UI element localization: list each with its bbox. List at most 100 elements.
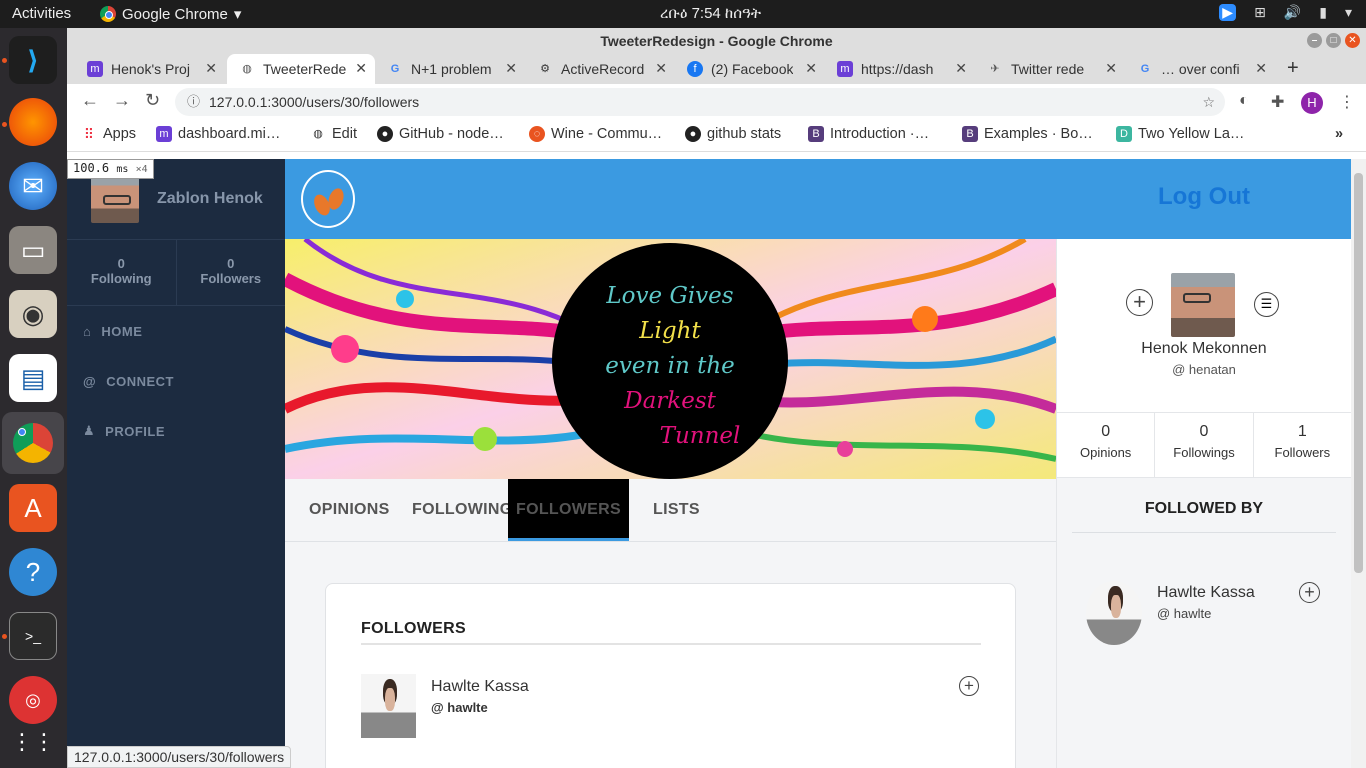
show-apps-icon[interactable]: ⋮⋮ bbox=[9, 718, 57, 766]
bookmark-apps[interactable]: ⠿ Apps bbox=[81, 126, 136, 142]
perf-multiplier: ×4 bbox=[135, 164, 148, 175]
tab-opinions[interactable]: OPINIONS bbox=[309, 479, 390, 541]
sidebar-item-profile[interactable]: ♟ PROFILE bbox=[67, 406, 285, 456]
avatar[interactable] bbox=[1086, 581, 1142, 645]
following-stat[interactable]: 0 Following bbox=[67, 240, 177, 305]
browser-tab[interactable]: m https://dash ✕ bbox=[825, 54, 975, 84]
page-scrollbar[interactable] bbox=[1351, 159, 1366, 768]
close-tab-icon[interactable]: ✕ bbox=[655, 60, 667, 77]
back-button[interactable]: ← bbox=[81, 90, 99, 111]
followers-stat[interactable]: 1 Followers bbox=[1254, 413, 1351, 477]
close-tab-icon[interactable]: ✕ bbox=[505, 60, 517, 77]
tab-title: https://dash bbox=[861, 61, 934, 77]
bookmarks-overflow-icon[interactable]: » bbox=[1335, 126, 1343, 142]
close-tab-icon[interactable]: ✕ bbox=[955, 60, 967, 77]
bookmark-item[interactable]: ● GitHub - node… bbox=[377, 126, 504, 142]
followed-by-name[interactable]: Hawlte Kassa bbox=[1157, 584, 1255, 602]
opinions-label: Opinions bbox=[1080, 445, 1132, 460]
chrome-icon bbox=[100, 6, 116, 22]
follow-plus-icon[interactable]: + bbox=[1299, 582, 1320, 603]
info-icon[interactable]: ⓘ bbox=[187, 88, 200, 116]
tab-lists[interactable]: LISTS bbox=[653, 479, 700, 541]
new-tab-button[interactable]: + bbox=[1287, 57, 1299, 80]
bookmark-item[interactable]: m dashboard.mi… bbox=[156, 126, 280, 142]
close-tab-icon[interactable]: ✕ bbox=[205, 60, 217, 77]
chrome-dock-icon[interactable] bbox=[2, 412, 64, 474]
menu-kebab-icon[interactable]: ⋮ bbox=[1339, 92, 1355, 112]
close-tab-icon[interactable]: ✕ bbox=[355, 60, 367, 77]
thunderbird-icon[interactable]: ✉ bbox=[9, 162, 57, 210]
browser-tab[interactable]: m Henok's Proj ✕ bbox=[75, 54, 225, 84]
libreoffice-writer-icon[interactable]: ▤ bbox=[9, 354, 57, 402]
followers-stat[interactable]: 0 Followers bbox=[177, 240, 286, 305]
perf-unit: ms bbox=[116, 164, 129, 175]
close-tab-icon[interactable]: ✕ bbox=[805, 60, 817, 77]
bookmark-item[interactable]: ◍ Edit bbox=[310, 126, 357, 142]
follow-plus-icon[interactable]: + bbox=[1126, 289, 1153, 316]
bookmark-item[interactable]: ● github stats bbox=[685, 126, 781, 142]
reload-button[interactable]: ↻ bbox=[145, 90, 160, 111]
list-menu-icon[interactable]: ☰ bbox=[1254, 292, 1279, 317]
browser-tab-active[interactable]: ◍ TweeterRede ✕ bbox=[227, 54, 375, 84]
app-logo[interactable] bbox=[301, 170, 355, 228]
browser-tab[interactable]: G … over confi ✕ bbox=[1125, 54, 1275, 84]
bookmark-item[interactable]: ◌ Wine - Commu… bbox=[529, 126, 662, 142]
sidebar-item-connect[interactable]: @ CONNECT bbox=[67, 356, 285, 406]
terminal-icon[interactable]: >_ bbox=[9, 612, 57, 660]
app-menu[interactable]: Google Chrome ▾ bbox=[100, 5, 241, 23]
follow-plus-icon[interactable]: + bbox=[959, 676, 979, 696]
sidebar-item-label: CONNECT bbox=[106, 373, 174, 389]
bookmark-star-icon[interactable]: ☆ bbox=[1202, 88, 1215, 116]
close-window-button[interactable]: ✕ bbox=[1345, 33, 1360, 48]
activities-button[interactable]: Activities bbox=[12, 5, 71, 22]
avatar bbox=[91, 175, 139, 223]
bookmark-item[interactable]: D Two Yellow La… bbox=[1116, 126, 1244, 142]
address-bar[interactable]: ⓘ 127.0.0.1:3000/users/30/followers ☆ bbox=[175, 88, 1225, 116]
bookmark-item[interactable]: B Introduction ·… bbox=[808, 126, 929, 142]
followings-count: 0 bbox=[1199, 423, 1209, 440]
close-tab-icon[interactable]: ✕ bbox=[1255, 60, 1267, 77]
follower-name[interactable]: Hawlte Kassa bbox=[431, 678, 529, 696]
files-icon[interactable]: ▭ bbox=[9, 226, 57, 274]
tab-strip: m Henok's Proj ✕ ◍ TweeterRede ✕ G N+1 p… bbox=[67, 54, 1366, 84]
battery-icon[interactable]: ▮ bbox=[1319, 4, 1327, 21]
opinions-stat[interactable]: 0 Opinions bbox=[1057, 413, 1156, 477]
logout-link[interactable]: Log Out bbox=[1158, 183, 1250, 211]
dashboard-icon: m bbox=[87, 61, 103, 77]
chevron-down-icon[interactable]: ▾ bbox=[1345, 4, 1352, 21]
volume-icon[interactable]: 🔊 bbox=[1284, 4, 1301, 21]
followings-stat[interactable]: 0 Followings bbox=[1155, 413, 1254, 477]
web-page: Zablon Henok 0 Following 0 Followers ⌂ HO… bbox=[67, 159, 1351, 768]
browser-tab[interactable]: G N+1 problem ✕ bbox=[375, 54, 525, 84]
rhythmbox-icon[interactable]: ◉ bbox=[9, 290, 57, 338]
browser-tab[interactable]: f (2) Facebook ✕ bbox=[675, 54, 825, 84]
maximize-button[interactable]: □ bbox=[1326, 33, 1341, 48]
avatar[interactable] bbox=[361, 674, 416, 738]
network-icon[interactable]: ⊞ bbox=[1254, 4, 1266, 21]
tab-followers[interactable]: FOLLOWERS bbox=[508, 479, 629, 541]
browser-tab[interactable]: ⚙ ActiveRecord ✕ bbox=[525, 54, 675, 84]
software-center-icon[interactable]: A bbox=[9, 484, 57, 532]
close-tab-icon[interactable]: ✕ bbox=[1105, 60, 1117, 77]
firefox-icon[interactable] bbox=[9, 98, 57, 146]
vscode-icon[interactable]: ⟩ bbox=[9, 36, 57, 84]
forward-button[interactable]: → bbox=[113, 90, 131, 111]
bookmark-label: Examples · Bo… bbox=[984, 126, 1093, 142]
puzzle-icon[interactable]: ✚ bbox=[1271, 92, 1284, 112]
system-tray[interactable]: ▶ ⊞ 🔊 ▮ ▾ bbox=[1219, 4, 1352, 21]
scrollbar-thumb[interactable] bbox=[1354, 173, 1363, 573]
sidebar-item-home[interactable]: ⌂ HOME bbox=[67, 306, 285, 356]
clock[interactable]: ረቡዕ 7:54 ከሰዓት bbox=[660, 5, 761, 22]
profile-avatar[interactable]: H bbox=[1301, 92, 1323, 114]
zoom-icon[interactable]: ▶ bbox=[1219, 4, 1237, 21]
tab-following[interactable]: FOLLOWING bbox=[412, 479, 512, 541]
minimize-button[interactable]: – bbox=[1307, 33, 1322, 48]
bookmark-item[interactable]: B Examples · Bo… bbox=[962, 126, 1093, 142]
help-icon[interactable]: ? bbox=[9, 548, 57, 596]
extension-icon[interactable]: ◐ bbox=[1239, 92, 1249, 110]
remote-desktop-icon[interactable]: ◎ bbox=[9, 676, 57, 724]
browser-tab[interactable]: ✈ Twitter rede ✕ bbox=[975, 54, 1125, 84]
bookmark-label: Edit bbox=[332, 126, 357, 142]
running-indicator bbox=[2, 122, 7, 127]
tab-title: … over confi bbox=[1161, 61, 1240, 77]
